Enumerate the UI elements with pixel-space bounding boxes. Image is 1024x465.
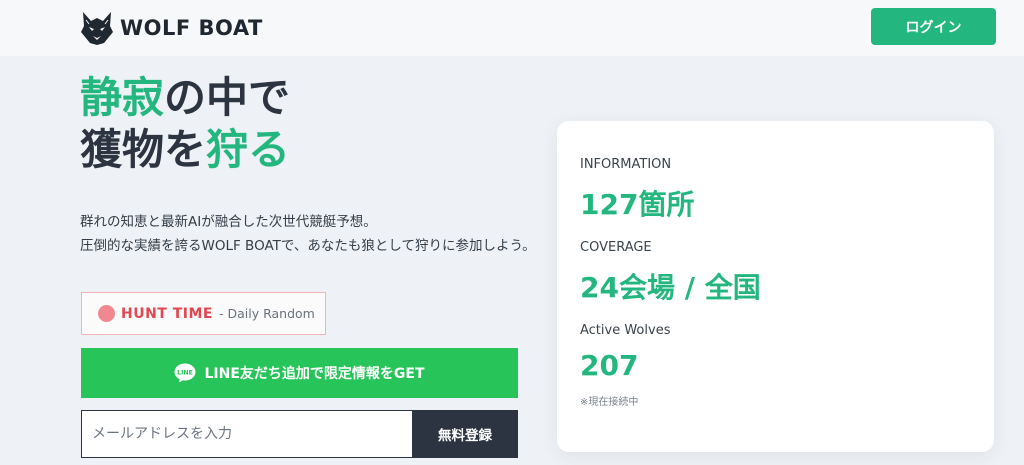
email-input[interactable]: [81, 410, 412, 458]
status-dot-icon: [98, 305, 115, 322]
hunt-time-label: HUNT TIME: [121, 305, 213, 322]
line-icon-text: LINE: [178, 370, 194, 377]
information-label: INFORMATION: [580, 157, 672, 172]
active-wolves-value: 207: [580, 349, 639, 382]
line-add-friend-button[interactable]: LINE LINE友だち追加で限定情報をGET: [81, 348, 518, 398]
hunt-time-badge: HUNT TIME - Daily Random: [81, 292, 326, 335]
logo[interactable]: WOLF BOAT: [80, 10, 263, 46]
hero-accent-2: 狩る: [206, 125, 291, 174]
free-register-button[interactable]: 無料登録: [412, 410, 518, 458]
hero-title-line-2: 獲物を狩る: [80, 124, 290, 176]
hero-title-line-1: 静寂の中で: [80, 72, 290, 124]
line-button-label: LINE友だち追加で限定情報をGET: [204, 366, 425, 382]
hero-title: 静寂の中で 獲物を狩る: [80, 72, 290, 176]
information-value: 127箇所: [580, 188, 695, 221]
hero-text-2: 獲物を: [80, 125, 207, 174]
hunt-time-sub: - Daily Random: [218, 306, 315, 321]
description-line-1: 群れの知恵と最新AIが融合した次世代競艇予想。: [80, 214, 377, 230]
stats-card: INFORMATION 127箇所 COVERAGE 24会場 / 全国 Act…: [557, 121, 994, 452]
coverage-label: COVERAGE: [580, 240, 652, 255]
active-wolves-label: Active Wolves: [580, 323, 671, 338]
logo-text: WOLF BOAT: [120, 16, 263, 40]
hero-text-1: の中で: [164, 73, 291, 122]
description-line-2: 圧倒的な実績を誇るWOLF BOATで、あなたも狼として狩りに参加しよう。: [80, 238, 536, 254]
wolf-head-icon: [81, 12, 113, 45]
login-button[interactable]: ログイン: [871, 8, 996, 45]
coverage-value: 24会場 / 全国: [580, 271, 761, 304]
email-signup-form: 無料登録: [81, 410, 518, 458]
hero-accent-1: 静寂: [80, 73, 165, 122]
line-logo-icon: LINE: [174, 363, 196, 383]
hero-description: 群れの知恵と最新AIが融合した次世代競艇予想。 圧倒的な実績を誇るWOLF BO…: [80, 210, 540, 258]
active-wolves-note: ※現在接続中: [580, 397, 639, 408]
top-bar: WOLF BOAT ログイン: [0, 0, 1024, 56]
